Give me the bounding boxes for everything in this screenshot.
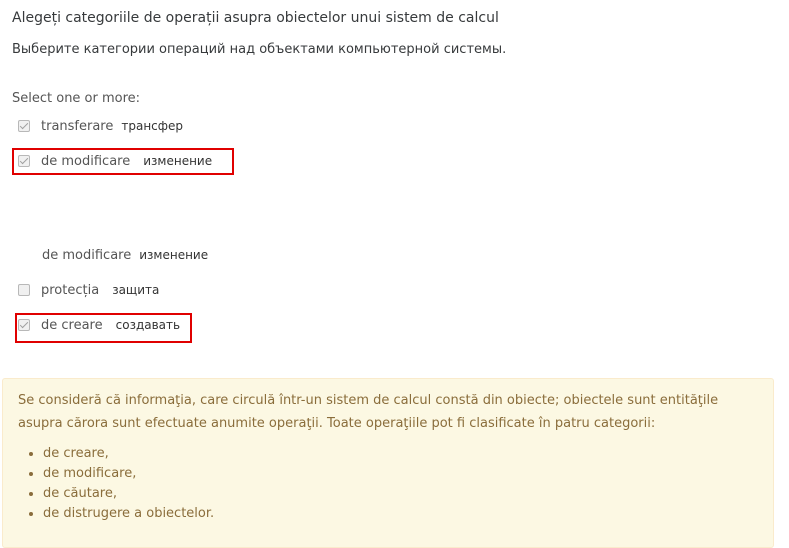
- list-item: de distrugere a obiectelor.: [43, 504, 214, 524]
- checkbox-unchecked-icon[interactable]: [18, 284, 30, 296]
- question-text-ro: Alegeți categoriile de operații asupra o…: [12, 10, 499, 26]
- checkbox-checked-icon[interactable]: [18, 319, 30, 331]
- option-transferare[interactable]: transferare трансфер: [18, 116, 183, 136]
- answer-prompt: Select one or more:: [12, 91, 141, 106]
- question-text-ru: Выберите категории операций над объектам…: [12, 42, 507, 57]
- option-protectia[interactable]: protecția защита: [18, 280, 159, 300]
- list-item: de modificare,: [43, 464, 214, 484]
- option-label-ro: protecția: [41, 282, 100, 298]
- option-label-ro: transferare: [41, 118, 114, 134]
- checkbox-checked-icon[interactable]: [18, 120, 30, 132]
- feedback-text: Se consideră că informaţia, care circulă…: [18, 393, 719, 431]
- checkbox-checked-icon[interactable]: [18, 155, 30, 167]
- option-label-ru: создавать: [115, 318, 181, 332]
- list-item: de căutare,: [43, 484, 214, 504]
- option-label-ru: защита: [112, 283, 160, 297]
- feedback-list: de creare, de modificare, de căutare, de…: [18, 444, 214, 524]
- list-item: de creare,: [43, 444, 214, 464]
- option-label-ru: трансфер: [121, 119, 184, 133]
- option-label-ro: de modificare: [42, 247, 132, 263]
- option-label-ru: изменение: [143, 154, 213, 168]
- option-de-modificare-duplicate[interactable]: de modificare изменение: [42, 245, 208, 265]
- option-de-modificare[interactable]: de modificare изменение: [18, 151, 212, 171]
- option-label-ru: изменение: [139, 248, 209, 262]
- option-de-creare[interactable]: de creare создавать: [18, 315, 180, 335]
- option-label-ro: de creare: [41, 317, 103, 333]
- feedback-panel: Se consideră că informaţia, care circulă…: [2, 378, 774, 548]
- option-label-ro: de modificare: [41, 153, 131, 169]
